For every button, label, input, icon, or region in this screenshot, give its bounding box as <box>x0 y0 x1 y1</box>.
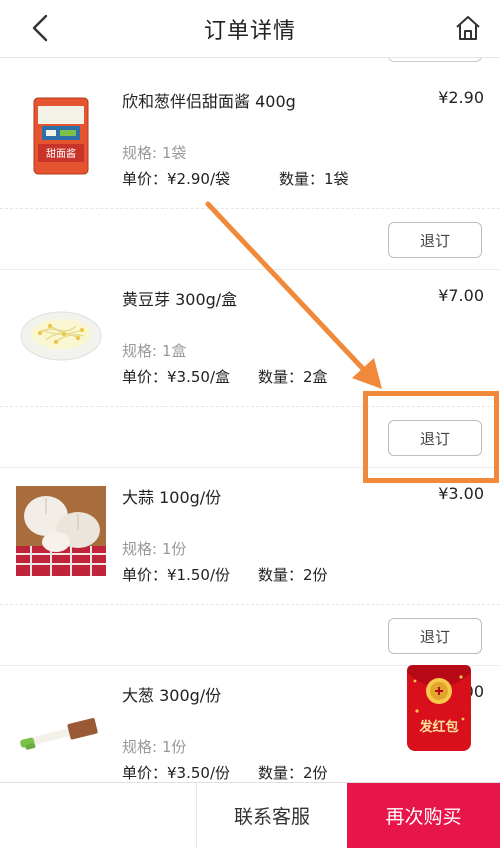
product-unit-price: 单价：¥3.50/盒 <box>122 368 230 386</box>
product-price: ¥2.90 <box>438 88 484 107</box>
product-quantity: 数量：1袋 <box>279 170 349 188</box>
product-unit-price: 单价：¥1.50/份 <box>122 566 230 584</box>
svg-text:甜面酱: 甜面酱 <box>46 147 76 160</box>
footer-spacer <box>0 783 196 848</box>
product-name[interactable]: 大葱 300g/份 <box>122 682 221 706</box>
list-top-edge <box>0 58 500 72</box>
item-action-row: 退订 <box>0 406 500 468</box>
product-price: ¥7.00 <box>438 286 484 305</box>
list-item: 甜面酱 欣和葱伴侣甜面酱 400g ¥2.90 规格: 1袋 单价：¥2.90/… <box>0 72 500 208</box>
contact-service-button[interactable]: 联系客服 <box>196 783 347 848</box>
product-image-sauce: 甜面酱 <box>16 90 106 180</box>
back-button[interactable] <box>22 10 58 46</box>
rebuy-button[interactable]: 再次购买 <box>347 783 500 848</box>
chevron-left-icon <box>32 14 48 42</box>
refund-button[interactable]: 退订 <box>388 222 482 258</box>
product-quantity: 数量：2份 <box>258 566 328 584</box>
home-icon <box>456 16 480 40</box>
product-image-bean-sprouts <box>16 288 106 378</box>
product-spec: 规格: 1盒 <box>122 342 187 360</box>
product-unit-price: 单价：¥3.50/份 <box>122 764 230 782</box>
product-price: ¥3.00 <box>438 484 484 503</box>
footer-bar: 联系客服 再次购买 <box>0 782 500 848</box>
product-image-garlic <box>16 486 106 576</box>
svg-text:发红包: 发红包 <box>418 719 458 735</box>
product-spec: 规格: 1份 <box>122 540 187 558</box>
product-spec: 规格: 1份 <box>122 738 187 756</box>
item-action-row: 退订 <box>0 208 500 270</box>
list-item: 黄豆芽 300g/盒 ¥7.00 规格: 1盒 单价：¥3.50/盒 数量：2盒 <box>0 270 500 406</box>
item-action-row: 退订 <box>0 604 500 666</box>
list-item: 大蒜 100g/份 ¥3.00 规格: 1份 单价：¥1.50/份 数量：2份 <box>0 468 500 604</box>
product-name[interactable]: 欣和葱伴侣甜面酱 400g <box>122 88 296 112</box>
product-quantity: 数量：2份 <box>258 764 328 782</box>
refund-button[interactable]: 退订 <box>388 420 482 456</box>
product-name[interactable]: 大蒜 100g/份 <box>122 484 221 508</box>
page-title: 订单详情 <box>203 18 296 44</box>
product-quantity: 数量：2盒 <box>258 368 328 386</box>
header-bar: 订单详情 <box>0 0 500 58</box>
product-spec: 规格: 1袋 <box>122 144 187 162</box>
red-packet-icon: 发红包 <box>407 665 471 751</box>
refund-button[interactable]: 退订 <box>388 618 482 654</box>
product-image-scallion <box>16 684 106 774</box>
product-name[interactable]: 黄豆芽 300g/盒 <box>122 286 237 310</box>
home-button[interactable] <box>450 10 486 46</box>
product-unit-price: 单价：¥2.90/袋 <box>122 170 230 188</box>
refund-button-partial[interactable] <box>388 58 482 62</box>
red-packet-button[interactable]: 发红包 <box>405 661 473 753</box>
